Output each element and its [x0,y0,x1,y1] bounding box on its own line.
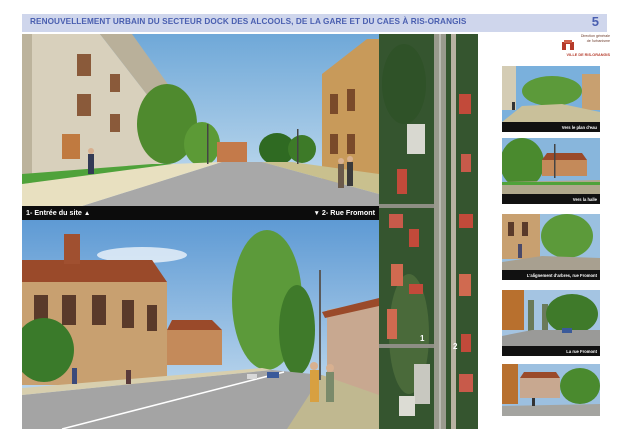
main-panel: 1- Entrée du site ▲ ▼ 2- Rue Fromont 1 2 [22,34,478,429]
caption-rue-fromont: ▼ 2- Rue Fromont [313,208,375,217]
logo-line-1: Direction générale [580,34,610,38]
thumbnail-street-view [502,364,600,416]
photo-site-entrance [22,34,379,206]
logo-line-3: VILLE DE RIS-ORANGIS [566,53,610,57]
caption-site-entrance-label: 1- Entrée du site [26,208,82,217]
page-title: RENOUVELLEMENT URBAIN DU SECTEUR DOCK DE… [30,17,467,26]
up-arrow-icon: ▲ [83,210,91,217]
thumbnail-plan-d-eau: Vers le plan d'eau [502,66,600,132]
aerial-map: 1 2 [379,34,478,429]
header-bar: RENOUVELLEMENT URBAIN DU SECTEUR DOCK DE… [22,14,607,32]
caption-rue-fromont-label: 2- Rue Fromont [321,208,375,217]
page-number: 5 [591,14,599,29]
down-arrow-icon: ▼ [313,210,320,217]
thumbnail-rue-fromont: La rue Fromont [502,290,600,356]
thumbnail-caption-3: L'alignement d'arbres, rue Fromont [502,270,600,280]
thumbnail-halle: Vers la halle [502,138,600,204]
logo-line-2: de l'urbanisme [586,39,610,43]
thumbnail-caption-2: Vers la halle [502,194,600,204]
caption-bar: 1- Entrée du site ▲ ▼ 2- Rue Fromont [22,206,379,220]
caption-site-entrance: 1- Entrée du site ▲ [26,208,90,217]
map-marker-1: 1 [420,334,425,343]
city-logo: Direction générale de l'urbanisme VILLE … [560,34,610,60]
map-marker-2: 2 [453,342,458,351]
thumbnail-alignement-arbres: L'alignement d'arbres, rue Fromont [502,214,600,280]
thumbnail-caption-1: Vers le plan d'eau [502,122,600,132]
photo-rue-fromont [22,220,379,429]
city-emblem-icon [562,40,574,50]
thumbnail-caption-4: La rue Fromont [502,346,600,356]
